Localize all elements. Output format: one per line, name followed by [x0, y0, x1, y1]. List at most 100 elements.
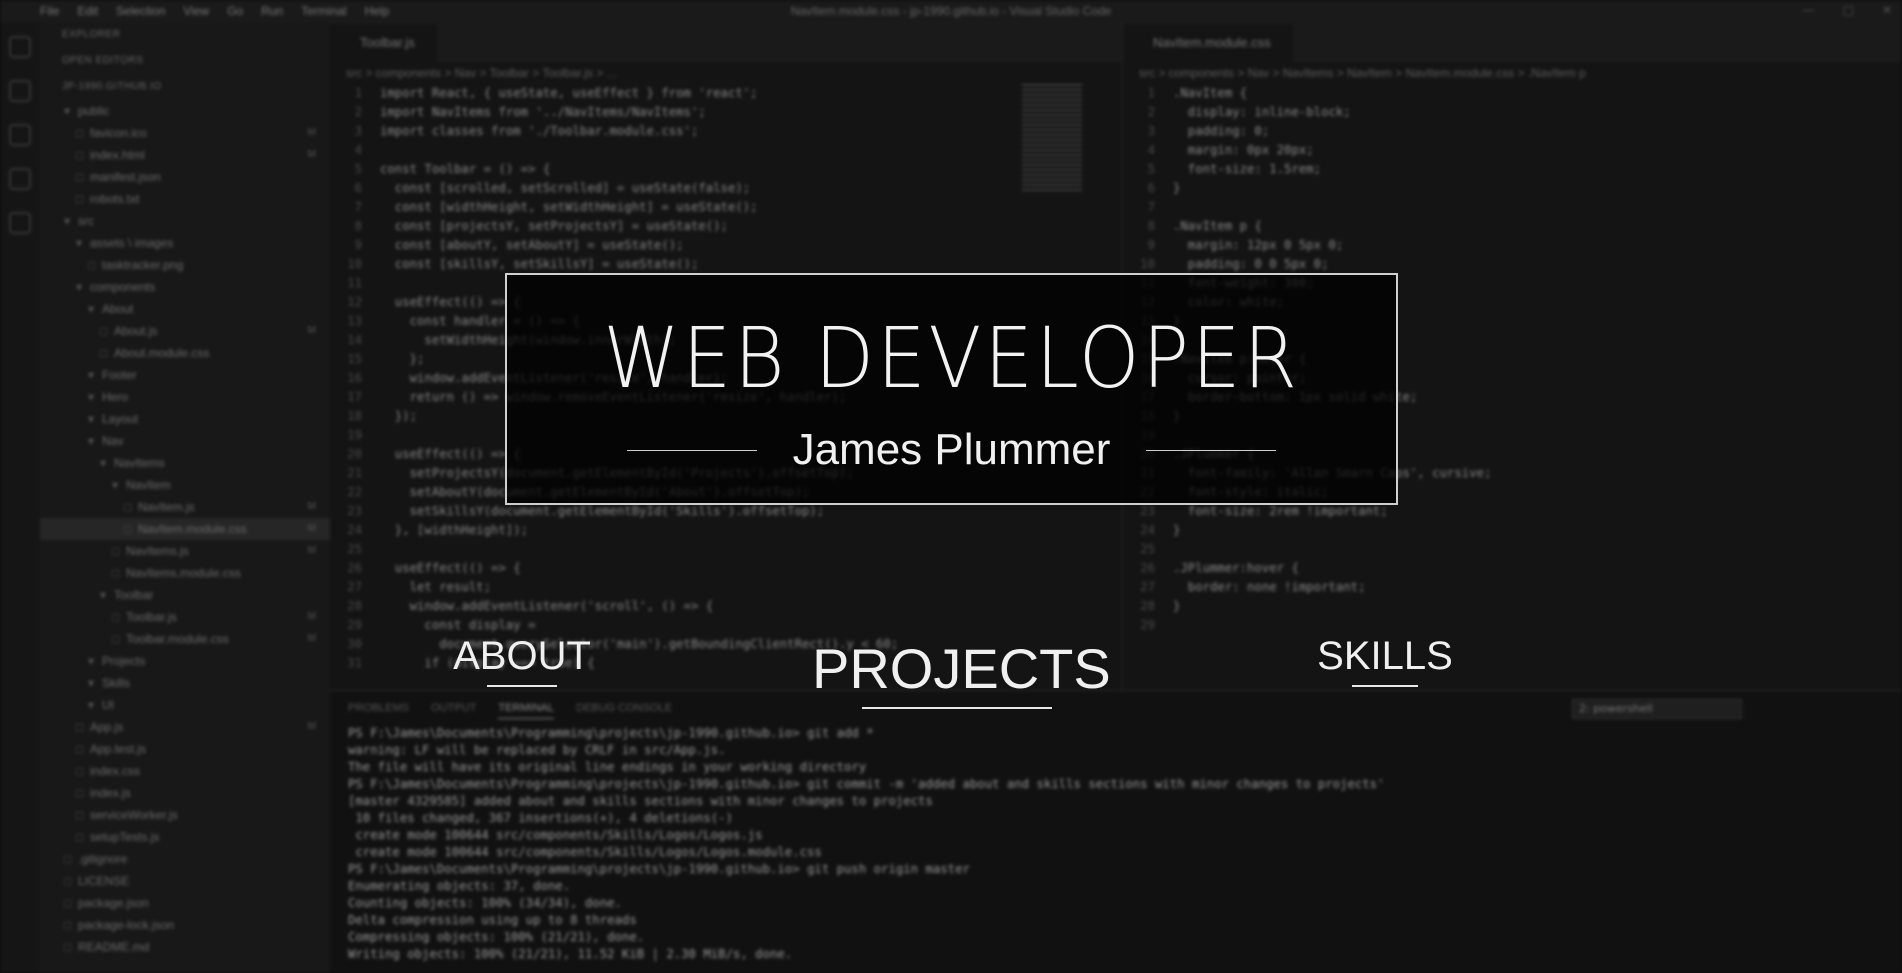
- line-number: 5: [354, 162, 362, 176]
- file-tree-label: setupTests.js: [90, 830, 160, 844]
- code-text: import React, { useState, useEffect } fr…: [380, 86, 758, 100]
- file-tree-label: About.module.css: [114, 346, 210, 360]
- code-line: 27 let result;: [330, 578, 1122, 597]
- code-text: useEffect(() => {: [380, 447, 521, 461]
- code-line: 8 const [projectsY, setProjectsY] = useS…: [330, 217, 1122, 236]
- line-number: 10: [1140, 257, 1155, 271]
- file-tree-item: □ manifest.json: [40, 166, 330, 188]
- code-line: 28 window.addEventListener('scroll', () …: [330, 597, 1122, 616]
- git-badge: M: [307, 721, 316, 732]
- nav-skills-link[interactable]: SKILLS: [1310, 634, 1460, 687]
- code-text: }: [1173, 599, 1181, 613]
- line-number: 8: [354, 219, 362, 233]
- minimize-icon: —: [1802, 3, 1815, 17]
- line-number: 17: [347, 390, 362, 404]
- file-icon: □: [76, 126, 84, 140]
- git-badge: M: [307, 633, 316, 644]
- code-text: import NavItems from '../NavItems/NavIte…: [380, 105, 706, 119]
- terminal-line: Writing objects: 100% (21/21), 11.52 KiB…: [348, 947, 793, 961]
- file-tree-label: index.css: [90, 764, 141, 778]
- hero-subtitle-row: James Plummer: [507, 425, 1396, 475]
- code-text: };: [380, 352, 425, 366]
- line-number: 9: [1147, 238, 1155, 252]
- file-icon: □: [64, 918, 72, 932]
- panel-tab: PROBLEMS: [348, 702, 410, 714]
- line-number: 27: [1140, 580, 1155, 594]
- folder-icon: ▾: [112, 478, 119, 492]
- file-tree-label: README.md: [78, 940, 150, 954]
- file-tree-item: □ index.css: [40, 760, 330, 782]
- file-tree-label: NavItems: [114, 456, 165, 470]
- terminal-line: create mode 100644 src/components/Skills…: [348, 828, 763, 842]
- explorer-sidebar: EXPLORER OPEN EDITORS JP-1990.GITHUB.IO …: [40, 22, 330, 973]
- line-number: 11: [347, 276, 362, 290]
- nav-about-link[interactable]: ABOUT: [452, 634, 592, 687]
- file-tree-label: NavItem.module.css: [138, 522, 247, 536]
- file-tree-label: UI: [102, 698, 114, 712]
- editor-left-tabbar: Toolbar.js: [330, 22, 1122, 62]
- file-tree: ▾ public □ favicon.ico M □ index.html M □ manifes…: [40, 100, 330, 958]
- code-text: border: none !important;: [1173, 580, 1366, 594]
- window-title: NavItem.module.css - jp-1990.github.io -…: [790, 4, 1112, 18]
- nav-projects-link[interactable]: PROJECTS: [812, 636, 1111, 709]
- code-text: .NavItem {: [1173, 86, 1248, 100]
- code-line: 3 padding: 0;: [1123, 122, 1902, 141]
- file-tree-label: Hero: [102, 390, 129, 404]
- file-icon: □: [88, 258, 96, 272]
- code-line: 24}: [1123, 521, 1902, 540]
- line-number: 29: [347, 618, 362, 632]
- file-tree-item: □ NavItem.js M: [40, 496, 330, 518]
- file-icon: □: [124, 500, 132, 514]
- terminal-line: create mode 100644 src/components/Skills…: [348, 845, 822, 859]
- line-number: 21: [347, 466, 362, 480]
- window-controls: — □ ✕: [1803, 3, 1892, 17]
- code-line: 4: [330, 141, 1122, 160]
- file-tree-label: Toolbar.js: [126, 610, 177, 624]
- panel-tab: TERMINAL: [498, 691, 554, 719]
- code-line: 25: [1123, 540, 1902, 559]
- code-line: 6 const [scrolled, setScrolled] = useSta…: [330, 179, 1122, 198]
- panel-tab: DEBUG CONSOLE: [576, 702, 672, 714]
- file-tree-item: □ serviceWorker.js: [40, 804, 330, 826]
- terminal-line: Counting objects: 100% (34/34), done.: [348, 896, 622, 910]
- file-tree-item: □ Toolbar.js M: [40, 606, 330, 628]
- line-number: 19: [347, 428, 362, 442]
- files-icon: [9, 36, 31, 58]
- file-tree-label: manifest.json: [90, 170, 161, 184]
- file-tree-label: Projects: [102, 654, 146, 668]
- file-tree-item: □ setupTests.js: [40, 826, 330, 848]
- file-tree-item: ▾ Footer: [40, 364, 330, 386]
- line-number: 2: [1147, 105, 1155, 119]
- breadcrumb-right: src > components > Nav > NavItems > NavI…: [1139, 66, 1586, 80]
- code-line: 7 const [widthHeight, setWidthHeight] = …: [330, 198, 1122, 217]
- folder-icon: ▾: [88, 434, 95, 448]
- file-tree-label: components: [90, 280, 156, 294]
- file-icon: □: [112, 566, 120, 580]
- folder-icon: ▾: [76, 236, 83, 250]
- code-line: 10 const [skillsY, setSkillsY] = useStat…: [330, 255, 1122, 274]
- code-text: const [skillsY, setSkillsY] = useState()…: [380, 257, 699, 271]
- terminal-line: 10 files changed, 367 insertions(+), 4 d…: [348, 811, 733, 825]
- terminal-line: The file will have its original line end…: [348, 760, 867, 774]
- code-text: padding: 0 0 5px 0;: [1173, 257, 1329, 271]
- line-number: 26: [1140, 561, 1155, 575]
- file-tree-item: ▾ NavItems: [40, 452, 330, 474]
- file-icon: □: [112, 632, 120, 646]
- panel-tab: OUTPUT: [431, 702, 477, 714]
- code-text: const [widthHeight, setWidthHeight] = us…: [380, 200, 758, 214]
- line-number: 5: [1147, 162, 1155, 176]
- run-icon: [9, 168, 31, 190]
- code-line: 3 import classes from './Toolbar.module.c…: [330, 122, 1122, 141]
- code-line: 10 padding: 0 0 5px 0;: [1123, 255, 1902, 274]
- file-icon: □: [112, 610, 120, 624]
- code-text: }: [1173, 181, 1181, 195]
- terminal-line: [master 4329585] added about and skills …: [348, 794, 933, 808]
- file-tree-item: ▾ Projects: [40, 650, 330, 672]
- file-icon: □: [64, 874, 72, 888]
- file-tree-label: Toolbar: [114, 588, 154, 602]
- file-tree-label: assets \ images: [90, 236, 174, 250]
- code-line: 26 useEffect(() => {: [330, 559, 1122, 578]
- file-tree-item: □ LICENSE: [40, 870, 330, 892]
- file-tree-label: src: [78, 214, 94, 228]
- code-line: 6}: [1123, 179, 1902, 198]
